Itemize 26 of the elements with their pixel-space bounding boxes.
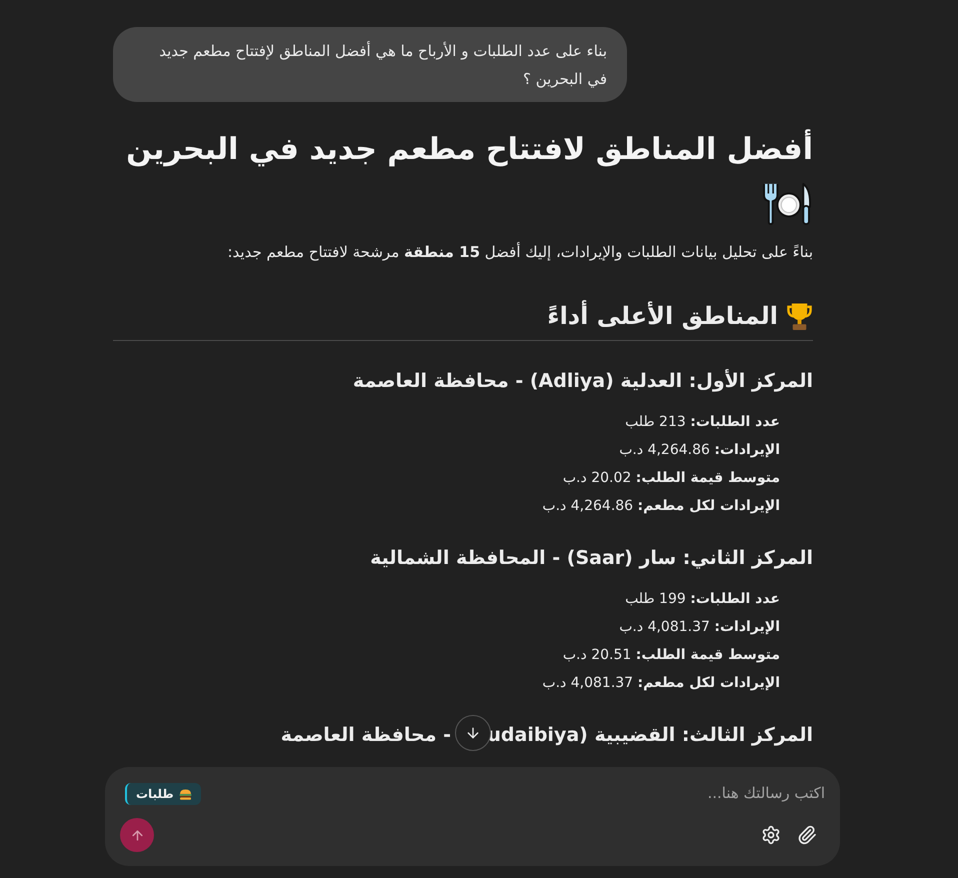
attach-button[interactable] <box>796 824 818 846</box>
section-heading: المناطق الأعلى أداءً <box>547 300 778 332</box>
area-heading: - محافظة العاصمة <box>280 723 451 748</box>
intro-paragraph: بناءً على تحليل بيانات الطلبات والإيرادات، إليك أفضل 15 منطقة مرشحة لافتتاح مطعم جديد: <box>226 241 813 263</box>
stat-line: الإيرادات لكل مطعم: 4,264.86 د.ب <box>542 497 780 516</box>
user-message-bubble: بناء على عدد الطلبات و الأرباح ما هي أفضل المناطق لإفتتاح مطعم جديد في البحرين ؟ <box>113 27 627 102</box>
settings-button[interactable] <box>760 824 782 846</box>
orders-tool-chip[interactable]: طلبات <box>125 783 201 805</box>
paperclip-icon <box>797 825 817 845</box>
stat-line: عدد الطلبات: 213 طلب <box>625 413 780 432</box>
stat-line: الإيرادات لكل مطعم: 4,081.37 د.ب <box>542 674 780 693</box>
stat-line: عدد الطلبات: 199 طلب <box>625 590 780 609</box>
stat-line: متوسط قيمة الطلب: 20.02 د.ب <box>562 469 780 488</box>
burger-icon <box>178 788 192 800</box>
stat-line: متوسط قيمة الطلب: 20.51 د.ب <box>562 646 780 665</box>
send-button[interactable] <box>120 818 154 852</box>
scroll-down-button[interactable] <box>455 715 491 751</box>
plate-cutlery-icon <box>761 182 813 226</box>
response-title: أفضل المناطق لافتتاح مطعم جديد في البحرين <box>126 125 813 175</box>
area-heading: المركز الثاني: سار (Saar) - المحافظة الشمالية <box>369 546 813 571</box>
message-input[interactable]: اكتب رسالتك هنا... <box>212 782 825 806</box>
stat-line: الإيرادات: 4,264.86 د.ب <box>619 441 780 460</box>
area-heading: المركز الأول: العدلية (Adliya) - محافظة العاصمة <box>352 368 813 394</box>
trophy-icon <box>786 302 813 330</box>
stat-line: الإيرادات: 4,081.37 د.ب <box>619 618 780 637</box>
settings-icon <box>761 825 781 845</box>
